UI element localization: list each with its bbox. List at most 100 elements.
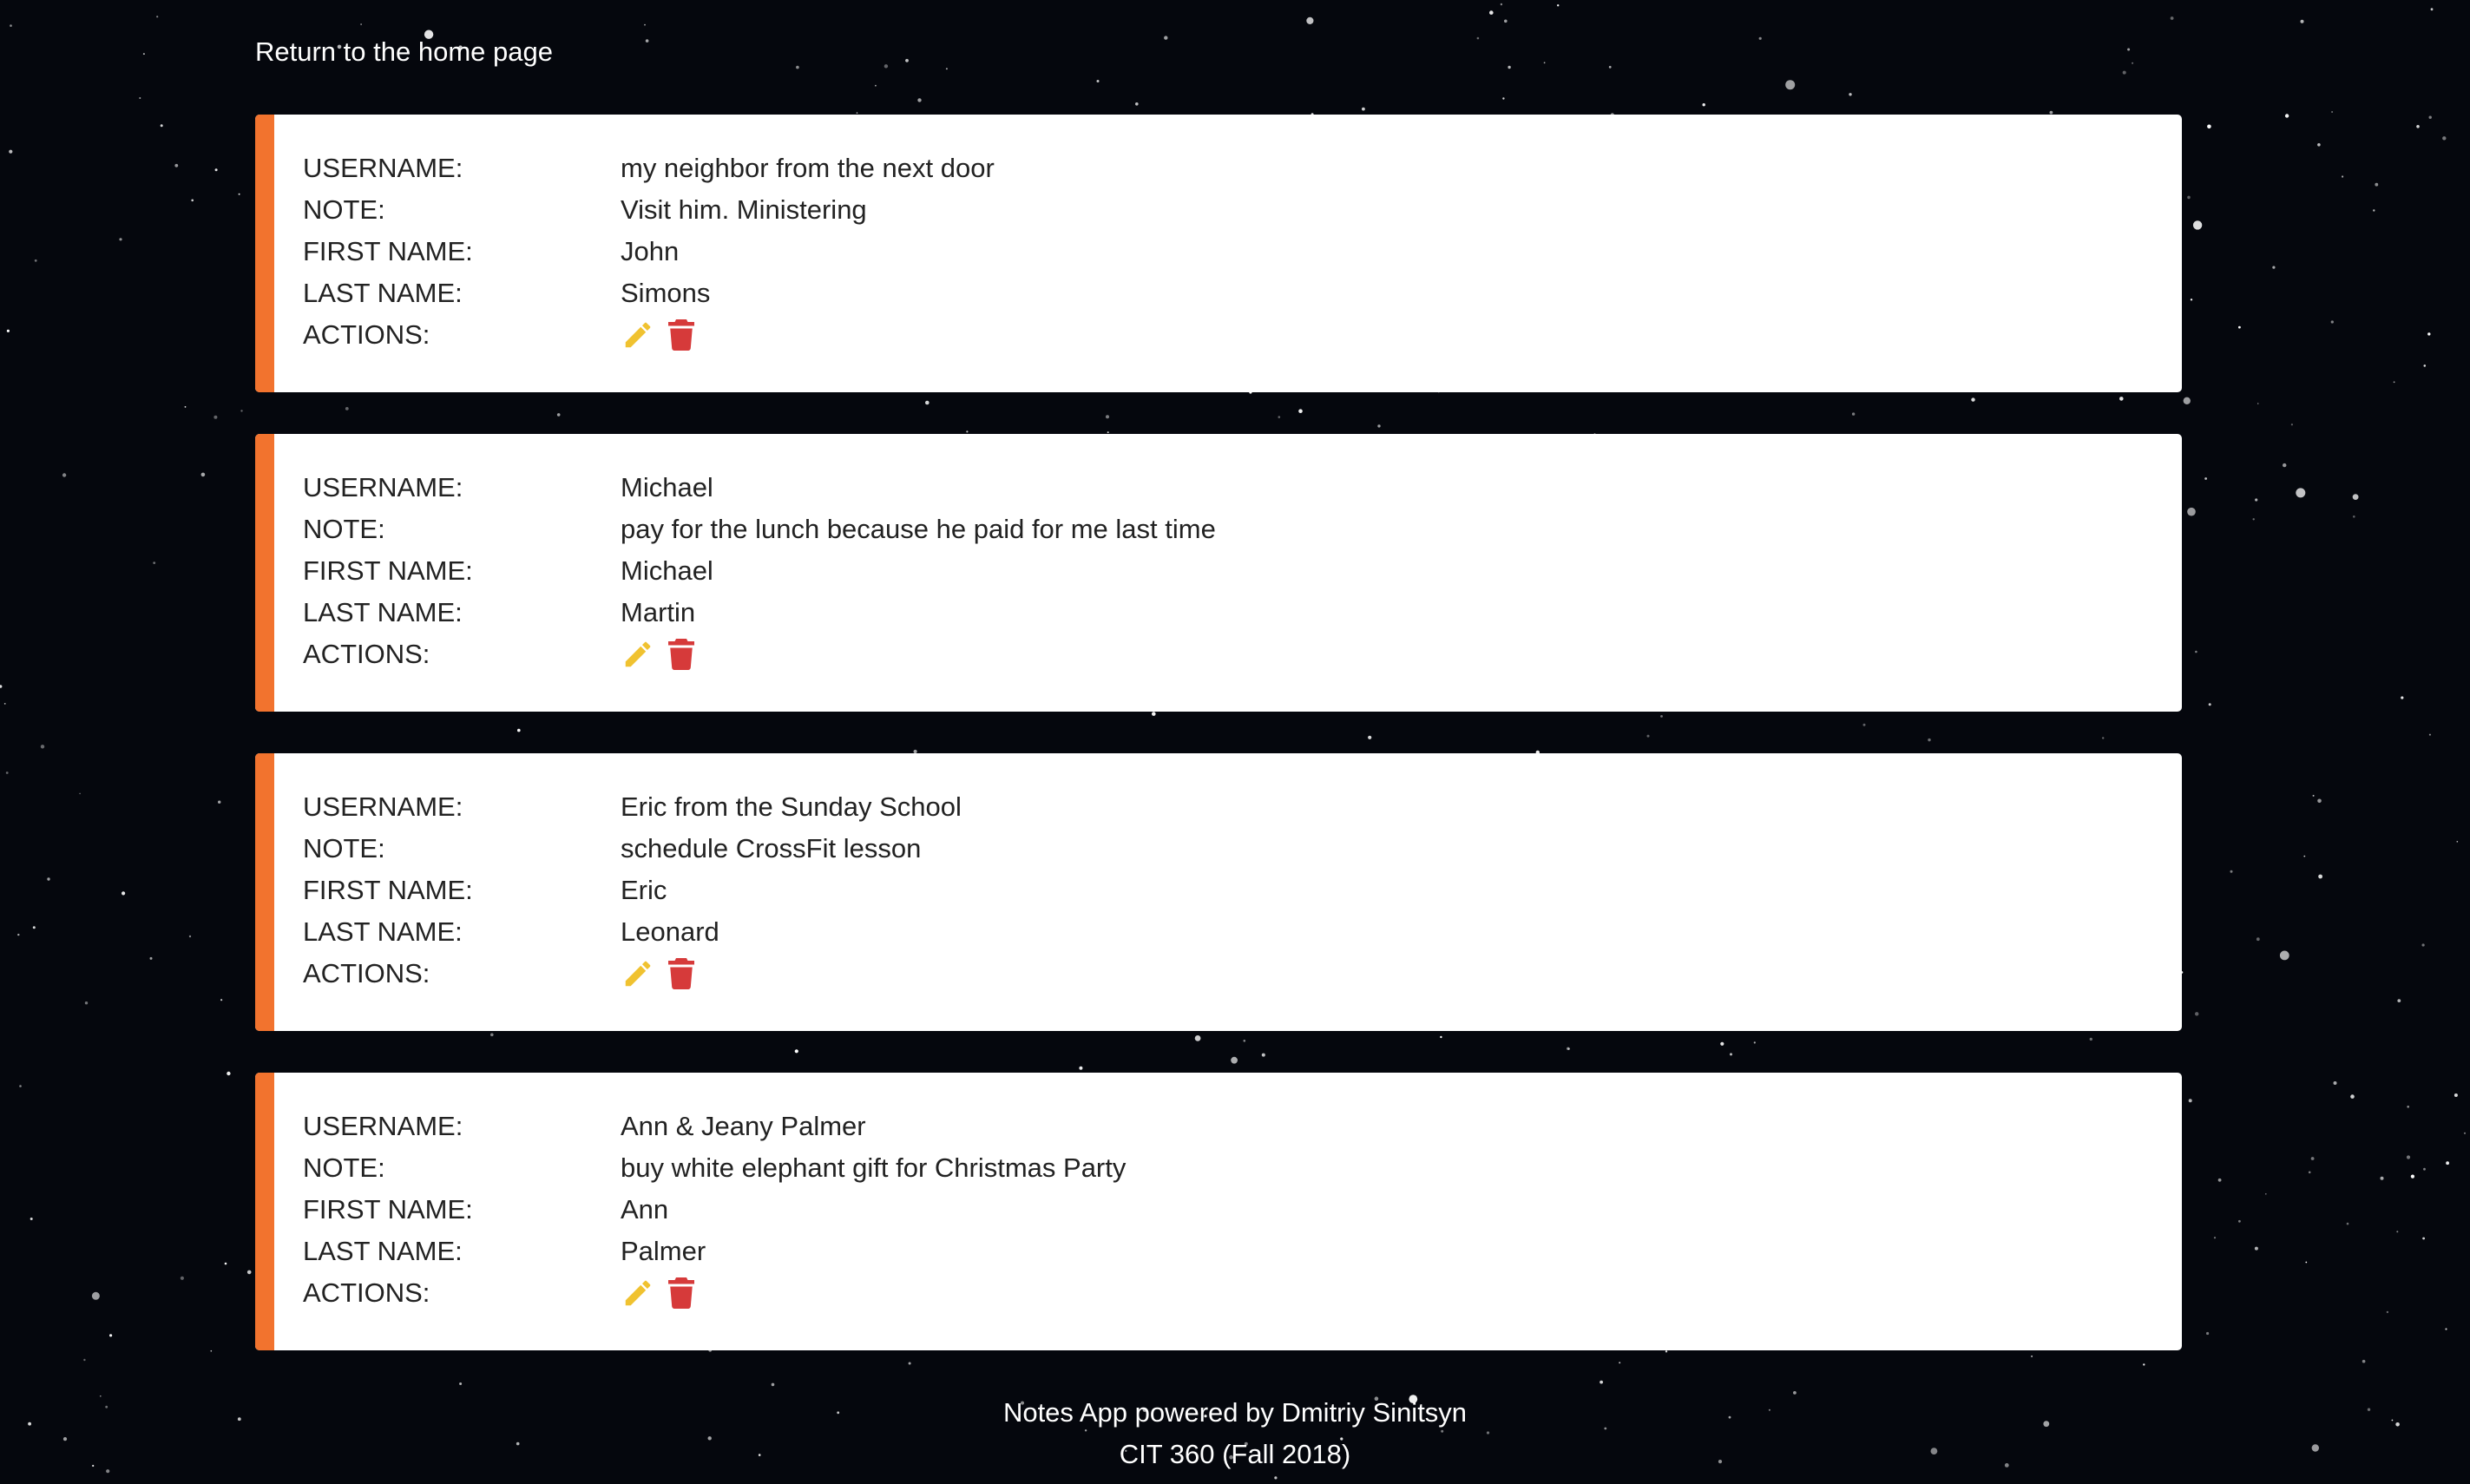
star	[2407, 1106, 2409, 1108]
star	[2192, 220, 2203, 230]
star	[2397, 999, 2401, 1002]
note-details: USERNAME: my neighbor from the next door…	[303, 148, 995, 356]
star	[2187, 195, 2191, 200]
star	[2195, 1012, 2199, 1016]
star	[2254, 1246, 2258, 1251]
star	[2204, 477, 2208, 480]
star	[360, 23, 362, 25]
trash-icon[interactable]	[664, 318, 699, 352]
username-row: USERNAME: Ann & Jeany Palmer	[303, 1106, 1126, 1147]
star	[2410, 1174, 2414, 1179]
last-name-row: LAST NAME: Simons	[303, 273, 995, 314]
note-value: Visit him. Ministering	[621, 194, 867, 225]
note-details: USERNAME: Michael NOTE: pay for the lunc…	[303, 467, 1216, 675]
actions-row: ACTIONS:	[303, 1272, 1126, 1314]
star	[2238, 1219, 2241, 1223]
star	[1135, 102, 1139, 106]
star	[2393, 381, 2395, 384]
star	[2423, 364, 2427, 367]
star	[2049, 110, 2053, 115]
star	[47, 877, 50, 881]
pencil-icon[interactable]	[621, 1276, 655, 1310]
star	[2217, 1178, 2222, 1182]
star	[2272, 266, 2276, 269]
star	[2308, 1171, 2311, 1174]
star	[1502, 97, 1505, 100]
star	[2188, 1099, 2192, 1103]
note-actions	[621, 637, 699, 672]
note-actions	[621, 956, 699, 991]
star	[2238, 325, 2241, 329]
card-accent-bar	[255, 1073, 274, 1350]
star	[2290, 424, 2293, 426]
star	[62, 473, 67, 477]
star	[3, 703, 6, 705]
trash-icon[interactable]	[664, 637, 699, 672]
pencil-icon[interactable]	[621, 318, 655, 352]
note-label: NOTE:	[303, 514, 385, 544]
username-value: my neighbor from the next door	[621, 153, 995, 183]
star	[79, 792, 81, 795]
star	[153, 561, 156, 564]
star	[2421, 943, 2425, 947]
star	[5, 772, 9, 774]
first-name-row: FIRST NAME: Ann	[303, 1189, 1126, 1231]
note-card: USERNAME: Eric from the Sunday School NO…	[255, 753, 2182, 1031]
trash-icon[interactable]	[664, 956, 699, 991]
star	[220, 999, 223, 1001]
star	[2428, 115, 2432, 119]
pencil-icon[interactable]	[621, 956, 655, 991]
note-details: USERNAME: Eric from the Sunday School NO…	[303, 786, 962, 995]
note-label: NOTE:	[303, 194, 385, 225]
star	[149, 956, 153, 960]
star	[2187, 507, 2196, 516]
star	[1306, 16, 1314, 24]
star	[2265, 1193, 2267, 1195]
first-name-row: FIRST NAME: Eric	[303, 870, 962, 911]
star	[32, 926, 36, 929]
star	[2213, 1237, 2217, 1239]
star	[200, 472, 206, 477]
star	[188, 935, 192, 938]
star	[227, 1071, 231, 1076]
star	[917, 98, 922, 102]
star	[2330, 320, 2334, 324]
star	[2428, 733, 2431, 736]
star	[1500, 3, 1503, 6]
last-name-value: Leonard	[621, 916, 719, 947]
username-row: USERNAME: Eric from the Sunday School	[303, 786, 962, 828]
card-accent-bar	[255, 753, 274, 1031]
star	[1543, 62, 1546, 64]
last-name-label: LAST NAME:	[303, 278, 463, 308]
star	[1274, 1476, 1278, 1480]
star	[142, 53, 145, 56]
home-page-link[interactable]: Return to the home page	[255, 35, 553, 69]
actions-row: ACTIONS:	[303, 314, 995, 356]
star	[238, 193, 240, 195]
footer-credit: Notes App powered by Dmitriy Sinitsyn	[1002, 1397, 1468, 1428]
star	[83, 1358, 86, 1362]
star	[856, 112, 858, 114]
star	[2303, 855, 2306, 857]
star	[2310, 1157, 2315, 1160]
star	[1504, 19, 1508, 23]
footer: Notes App powered by Dmitriy Sinitsyn CI…	[0, 1392, 2470, 1475]
star	[1557, 4, 1560, 7]
star	[91, 1291, 100, 1300]
footer-course: CIT 360 (Fall 2018)	[1119, 1439, 1351, 1469]
star	[2122, 70, 2126, 75]
star	[109, 1334, 113, 1337]
star	[2430, 8, 2434, 11]
star	[2257, 403, 2259, 404]
star	[2346, 1222, 2349, 1225]
star	[2208, 703, 2211, 706]
star	[2183, 397, 2191, 404]
trash-icon[interactable]	[664, 1276, 699, 1310]
star	[1702, 103, 1705, 107]
actions-label: ACTIONS:	[303, 1277, 430, 1308]
star	[2454, 1093, 2458, 1097]
last-name-label: LAST NAME:	[303, 916, 463, 947]
star	[2352, 494, 2359, 500]
pencil-icon[interactable]	[621, 637, 655, 672]
star	[2423, 1167, 2426, 1171]
